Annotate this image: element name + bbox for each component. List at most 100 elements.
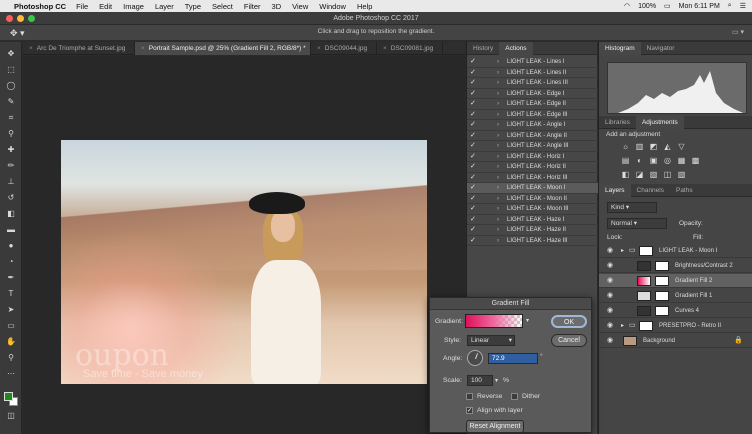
layer-mask-thumbnail[interactable]: [655, 291, 669, 301]
layer-mask-thumbnail[interactable]: [639, 246, 653, 256]
expand-triangle-icon[interactable]: ›: [497, 78, 499, 88]
expand-triangle-icon[interactable]: ›: [497, 162, 499, 172]
brush-tool-icon[interactable]: ✏: [3, 160, 19, 172]
check-icon[interactable]: ✓: [470, 237, 478, 245]
layer-name[interactable]: Gradient Fill 2: [675, 274, 712, 288]
align-with-layer-checkbox[interactable]: ✓: [466, 407, 473, 414]
channel-mixer-icon[interactable]: ▦: [677, 156, 686, 165]
menu-image[interactable]: Image: [123, 2, 144, 11]
brightness-icon[interactable]: ☼: [621, 142, 630, 151]
tab-arc-de-triomphe[interactable]: × Arc De Triomphe at Sunset.jpg: [23, 42, 135, 55]
layer-mask-thumbnail[interactable]: [639, 321, 653, 331]
check-icon[interactable]: ✓: [470, 174, 478, 182]
selective-color-icon[interactable]: ▧: [677, 170, 686, 179]
color-lookup-icon[interactable]: ▩: [691, 156, 700, 165]
layer-row[interactable]: ◉ ▸ ▭ PRESETPRO - Retro II: [599, 319, 752, 333]
tab-adjustments[interactable]: Adjustments: [635, 116, 684, 129]
check-icon[interactable]: ✓: [470, 90, 478, 98]
action-item[interactable]: ✓ › LIGHT LEAK - Moon II: [467, 194, 598, 204]
layer-name[interactable]: Brightness/Contrast 2: [675, 259, 733, 273]
action-item[interactable]: ✓ › LIGHT LEAK - Haze I: [467, 215, 598, 225]
expand-triangle-icon[interactable]: ›: [497, 236, 499, 246]
layer-row[interactable]: ◉ Brightness/Contrast 2: [599, 259, 752, 273]
list-icon[interactable]: ☰: [740, 2, 746, 10]
workspace-icon[interactable]: ▭ ▾: [732, 28, 744, 36]
layer-thumbnail[interactable]: [623, 336, 637, 346]
check-icon[interactable]: ✓: [470, 226, 478, 234]
clock[interactable]: Mon 6:11 PM: [679, 3, 720, 10]
angle-dial[interactable]: [467, 350, 483, 366]
expand-triangle-icon[interactable]: ›: [497, 194, 499, 204]
menu-view[interactable]: View: [292, 2, 308, 11]
tab-portrait-sample[interactable]: × Portrait Sample.psd @ 25% (Gradient Fil…: [135, 42, 311, 55]
action-item[interactable]: ✓ › LIGHT LEAK - Haze II: [467, 225, 598, 236]
tab-histogram[interactable]: Histogram: [599, 42, 641, 55]
action-item[interactable]: ✓ › LIGHT LEAK - Haze III: [467, 236, 598, 246]
tab-dsc09044[interactable]: × DSC09044.jpg: [311, 42, 377, 55]
action-item[interactable]: ✓ › LIGHT LEAK - Horiz I: [467, 152, 598, 162]
close-tab-icon[interactable]: ×: [29, 45, 33, 52]
check-icon[interactable]: ✓: [470, 58, 478, 66]
zoom-window-button[interactable]: [28, 15, 35, 22]
layer-row[interactable]: ◉ Curves 4: [599, 304, 752, 318]
marquee-tool-icon[interactable]: ⬚: [3, 64, 19, 76]
close-tab-icon[interactable]: ×: [141, 45, 145, 52]
posterize-icon[interactable]: ◪: [635, 170, 644, 179]
layer-mask-thumbnail[interactable]: [655, 261, 669, 271]
layer-row[interactable]: ◉ ▸ ▭ LIGHT LEAK - Moon I: [599, 244, 752, 258]
layer-thumbnail[interactable]: [637, 261, 651, 271]
photo-filter-icon[interactable]: ◎: [663, 156, 672, 165]
close-tab-icon[interactable]: ×: [317, 45, 321, 52]
portrait-photo[interactable]: oupon Save time - Save money: [61, 140, 427, 384]
menu-filter[interactable]: Filter: [244, 2, 261, 11]
action-item[interactable]: ✓ › LIGHT LEAK - Lines II: [467, 68, 598, 78]
layer-name[interactable]: Background: [643, 334, 675, 348]
close-tab-icon[interactable]: ×: [383, 45, 387, 52]
expand-triangle-icon[interactable]: ›: [497, 110, 499, 120]
layer-filter-select[interactable]: Kind ▾: [607, 202, 657, 213]
expand-triangle-icon[interactable]: ›: [497, 68, 499, 78]
shape-tool-icon[interactable]: ▭: [3, 320, 19, 332]
expand-triangle-icon[interactable]: ›: [497, 215, 499, 225]
expand-triangle-icon[interactable]: ›: [497, 173, 499, 183]
vibrance-icon[interactable]: ▽: [677, 142, 686, 151]
layer-row[interactable]: ◉ Gradient Fill 2: [599, 274, 752, 288]
check-icon[interactable]: ✓: [470, 69, 478, 77]
threshold-icon[interactable]: ▨: [649, 170, 658, 179]
menu-select[interactable]: Select: [212, 2, 233, 11]
menu-edit[interactable]: Edit: [99, 2, 112, 11]
path-select-tool-icon[interactable]: ➤: [3, 304, 19, 316]
visibility-eye-icon[interactable]: ◉: [607, 259, 613, 273]
color-balance-icon[interactable]: ◐: [635, 156, 644, 165]
type-tool-icon[interactable]: T: [3, 288, 19, 300]
expand-triangle-icon[interactable]: ›: [497, 89, 499, 99]
visibility-eye-icon[interactable]: ◉: [607, 319, 613, 333]
reset-alignment-button[interactable]: Reset Alignment: [466, 420, 524, 433]
action-item[interactable]: ✓ › LIGHT LEAK - Angle III: [467, 141, 598, 152]
check-icon[interactable]: ✓: [470, 111, 478, 119]
visibility-eye-icon[interactable]: ◉: [607, 274, 613, 288]
tab-paths[interactable]: Paths: [670, 184, 699, 197]
gradient-tool-icon[interactable]: ▬: [3, 224, 19, 236]
lasso-tool-icon[interactable]: ◯: [3, 80, 19, 92]
menu-type[interactable]: Type: [185, 2, 201, 11]
invert-icon[interactable]: ◧: [621, 170, 630, 179]
check-icon[interactable]: ✓: [470, 153, 478, 161]
check-icon[interactable]: ✓: [470, 100, 478, 108]
layer-mask-thumbnail[interactable]: [655, 306, 669, 316]
expand-triangle-icon[interactable]: ›: [497, 57, 499, 67]
visibility-eye-icon[interactable]: ◉: [607, 304, 613, 318]
check-icon[interactable]: ✓: [470, 195, 478, 203]
check-icon[interactable]: ✓: [470, 205, 478, 213]
action-item[interactable]: ✓ › LIGHT LEAK - Horiz III: [467, 173, 598, 183]
layer-mask-thumbnail[interactable]: [655, 276, 669, 286]
levels-icon[interactable]: ▥: [635, 142, 644, 151]
gradient-dropdown-icon[interactable]: ▾: [526, 317, 529, 324]
action-item[interactable]: ✓ › LIGHT LEAK - Edge I: [467, 89, 598, 99]
tab-navigator[interactable]: Navigator: [641, 42, 681, 55]
group-expand-icon[interactable]: ▸: [621, 244, 624, 258]
reverse-checkbox[interactable]: [466, 393, 473, 400]
menu-3d[interactable]: 3D: [272, 2, 282, 11]
layer-name[interactable]: Curves 4: [675, 304, 699, 318]
tab-libraries[interactable]: Libraries: [599, 116, 636, 129]
